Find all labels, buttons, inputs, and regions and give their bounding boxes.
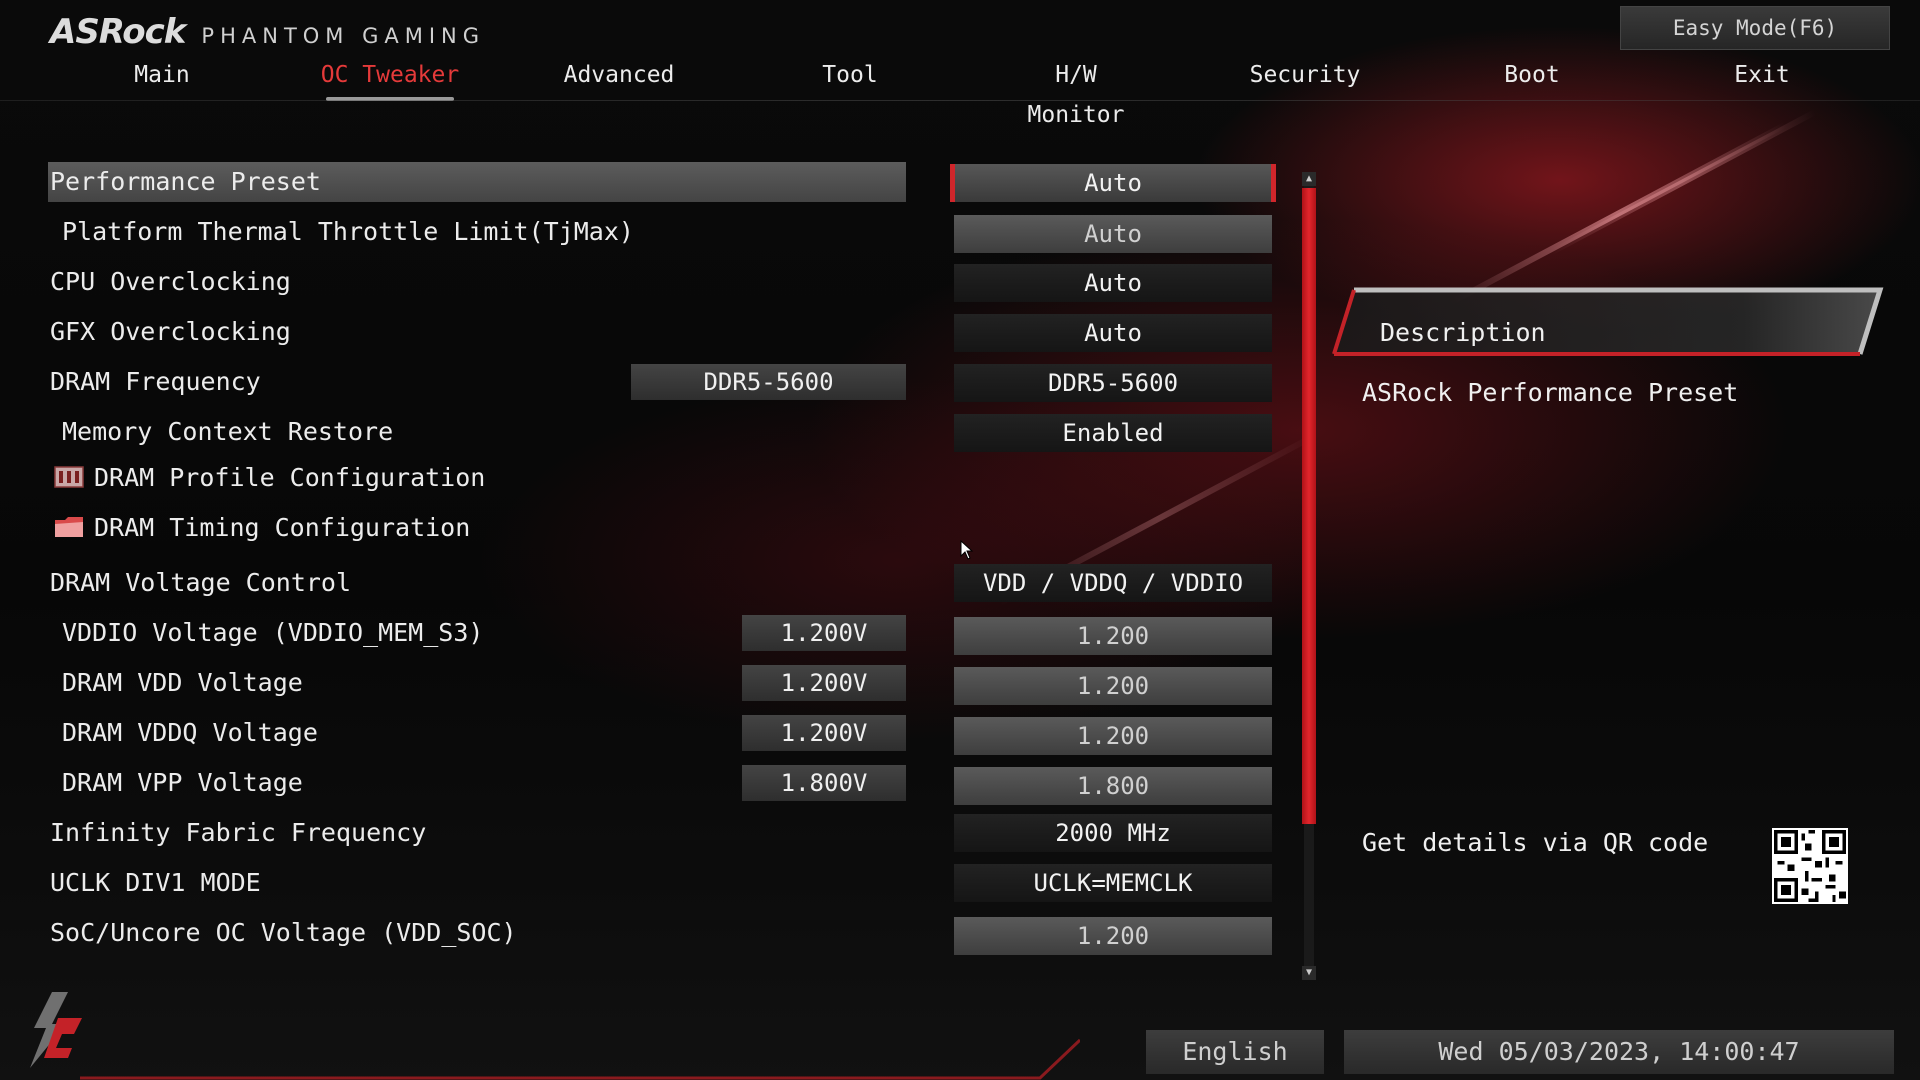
setting-label: DRAM Voltage Control (50, 568, 352, 597)
main-tabs: Main OC Tweaker Advanced Tool H/W Monito… (0, 55, 1920, 128)
current-vddio-voltage: 1.200V (742, 615, 906, 651)
setting-label: Infinity Fabric Frequency (50, 818, 427, 847)
footer-accent-line (80, 1038, 1080, 1080)
folder-icon (55, 517, 83, 537)
setting-label: UCLK DIV1 MODE (50, 868, 261, 897)
setting-label: Performance Preset (50, 167, 321, 196)
setting-memory-context-restore[interactable]: Memory Context Restore (48, 412, 908, 452)
description-text: ASRock Performance Preset (1362, 378, 1739, 407)
option-infinity-fabric-frequency[interactable]: 2000 MHz (954, 814, 1272, 852)
input-vddio-voltage[interactable]: 1.200 (954, 617, 1272, 655)
light-streak (1548, 109, 1817, 256)
setting-label: DRAM VDDQ Voltage (62, 718, 318, 747)
submenu-dram-profile-configuration[interactable]: DRAM Profile Configuration (48, 458, 908, 498)
tab-tool[interactable]: Tool (800, 55, 900, 99)
setting-label: VDDIO Voltage (VDDIO_MEM_S3) (62, 618, 484, 647)
memory-icon (54, 466, 84, 488)
option-dram-voltage-control[interactable]: VDD / VDDQ / VDDIO (954, 564, 1272, 602)
setting-label: Platform Thermal Throttle Limit(TjMax) (62, 217, 634, 246)
brand-name: ASRock (50, 12, 186, 52)
current-dram-frequency: DDR5-5600 (631, 364, 906, 400)
tab-exit[interactable]: Exit (1722, 55, 1802, 99)
system-datetime: Wed 05/03/2023, 14:00:47 (1344, 1030, 1894, 1074)
input-dram-vpp-voltage[interactable]: 1.800 (954, 767, 1272, 805)
tab-boot[interactable]: Boot (1488, 55, 1576, 99)
qr-code-icon (1772, 828, 1848, 904)
option-uclk-div1-mode[interactable]: UCLK=MEMCLK (954, 864, 1272, 902)
submenu-dram-timing-configuration[interactable]: DRAM Timing Configuration (48, 508, 908, 548)
qr-code-hint: Get details via QR code (1362, 828, 1709, 857)
setting-infinity-fabric-frequency[interactable]: Infinity Fabric Frequency (48, 813, 908, 853)
scroll-up-arrow-icon[interactable]: ▲ (1302, 172, 1316, 186)
setting-label: DRAM VPP Voltage (62, 768, 303, 797)
tab-security[interactable]: Security (1246, 55, 1364, 99)
submenu-label: DRAM Timing Configuration (94, 513, 471, 542)
description-title: Description (1380, 318, 1546, 347)
option-gfx-overclocking[interactable]: Auto (954, 314, 1272, 352)
option-memory-context-restore[interactable]: Enabled (954, 414, 1272, 452)
option-performance-preset[interactable]: Auto (950, 164, 1276, 202)
setting-performance-preset[interactable]: Performance Preset (48, 162, 908, 202)
option-cpu-overclocking[interactable]: Auto (954, 264, 1272, 302)
setting-label: CPU Overclocking (50, 267, 291, 296)
setting-label: GFX Overclocking (50, 317, 291, 346)
tab-hw-monitor[interactable]: H/W Monitor (1000, 55, 1152, 128)
input-dram-vddq-voltage[interactable]: 1.200 (954, 717, 1272, 755)
language-selector[interactable]: English (1146, 1030, 1324, 1074)
setting-gfx-overclocking[interactable]: GFX Overclocking (48, 312, 908, 352)
setting-label: DRAM VDD Voltage (62, 668, 303, 697)
input-soc-uncore-oc-voltage[interactable]: 1.200 (954, 917, 1272, 955)
tab-main[interactable]: Main (112, 55, 212, 99)
asrock-logo: ASRock PHANTOM GAMING (50, 10, 485, 52)
setting-label: SoC/Uncore OC Voltage (VDD_SOC) (50, 918, 517, 947)
mouse-cursor-icon (960, 540, 974, 560)
option-thermal-throttle-limit[interactable]: Auto (954, 215, 1272, 253)
bios-screen: ASRock PHANTOM GAMING Easy Mode(F6) Main… (0, 0, 1920, 1080)
setting-cpu-overclocking[interactable]: CPU Overclocking (48, 262, 908, 302)
easy-mode-button[interactable]: Easy Mode(F6) (1620, 6, 1890, 50)
setting-soc-uncore-oc-voltage[interactable]: SoC/Uncore OC Voltage (VDD_SOC) (48, 913, 908, 953)
setting-uclk-div1-mode[interactable]: UCLK DIV1 MODE (48, 863, 908, 903)
settings-scrollbar[interactable]: ▲ ▼ (1302, 172, 1316, 980)
tab-oc-tweaker[interactable]: OC Tweaker (320, 55, 460, 101)
brand-subtitle: PHANTOM GAMING (201, 24, 486, 48)
input-dram-vdd-voltage[interactable]: 1.200 (954, 667, 1272, 705)
tab-divider (0, 100, 1920, 101)
tab-advanced[interactable]: Advanced (556, 55, 682, 99)
submenu-label: DRAM Profile Configuration (94, 463, 486, 492)
setting-label: DRAM Frequency (50, 367, 261, 396)
option-dram-frequency[interactable]: DDR5-5600 (954, 364, 1272, 402)
scrollbar-thumb[interactable] (1302, 188, 1316, 824)
current-dram-vpp-voltage: 1.800V (742, 765, 906, 801)
setting-dram-voltage-control[interactable]: DRAM Voltage Control (48, 563, 908, 603)
setting-thermal-throttle-limit[interactable]: Platform Thermal Throttle Limit(TjMax) (48, 212, 908, 252)
current-dram-vdd-voltage: 1.200V (742, 665, 906, 701)
setting-label: Memory Context Restore (62, 417, 394, 446)
current-dram-vddq-voltage: 1.200V (742, 715, 906, 751)
scroll-down-arrow-icon[interactable]: ▼ (1302, 966, 1316, 980)
